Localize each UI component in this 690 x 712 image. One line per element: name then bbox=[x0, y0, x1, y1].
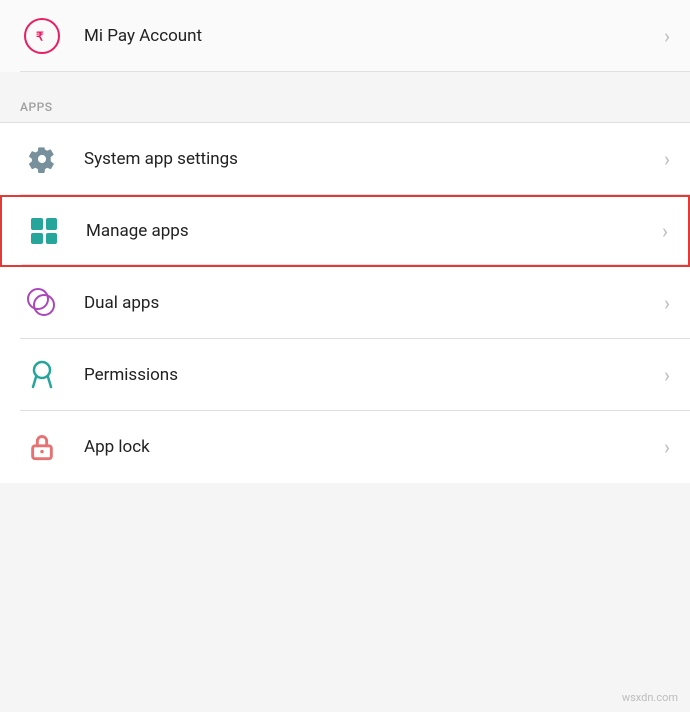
mi-pay-account-item[interactable]: ₹ Mi Pay Account › bbox=[0, 0, 690, 72]
mi-pay-icon-wrap: ₹ bbox=[20, 14, 64, 58]
watermark: wsxdn.com bbox=[622, 691, 678, 704]
apps-section-header: APPS bbox=[0, 82, 690, 122]
grid-cell-1 bbox=[31, 218, 43, 230]
system-app-settings-item[interactable]: System app settings › bbox=[0, 123, 690, 195]
svg-text:₹: ₹ bbox=[36, 30, 44, 44]
mi-pay-account-label: Mi Pay Account bbox=[84, 26, 656, 46]
app-lock-label: App lock bbox=[84, 437, 656, 457]
apps-section: System app settings › Manage apps › bbox=[0, 123, 690, 483]
lock-icon bbox=[28, 433, 56, 461]
grid-cell-4 bbox=[46, 233, 58, 245]
screen: ₹ Mi Pay Account › APPS System app setti… bbox=[0, 0, 690, 712]
dual-apps-item[interactable]: Dual apps › bbox=[0, 267, 690, 339]
permissions-item[interactable]: Permissions › bbox=[0, 339, 690, 411]
manage-apps-label: Manage apps bbox=[86, 221, 654, 241]
permissions-chevron-icon: › bbox=[664, 363, 670, 387]
apps-section-label: APPS bbox=[20, 100, 53, 114]
gear-icon bbox=[28, 145, 56, 173]
mi-pay-chevron-icon: › bbox=[664, 24, 670, 48]
grid-icon bbox=[31, 218, 57, 244]
section-divider-top bbox=[0, 72, 690, 82]
manage-apps-item[interactable]: Manage apps › bbox=[0, 195, 690, 267]
system-app-chevron-icon: › bbox=[664, 147, 670, 171]
grid-cell-3 bbox=[31, 233, 43, 245]
gear-icon-wrap bbox=[20, 137, 64, 181]
app-lock-chevron-icon: › bbox=[664, 435, 670, 459]
dual-apps-icon bbox=[27, 288, 57, 318]
grid-cell-2 bbox=[46, 218, 58, 230]
permissions-icon bbox=[28, 359, 56, 391]
permissions-icon-wrap bbox=[20, 353, 64, 397]
manage-apps-chevron-icon: › bbox=[662, 219, 668, 243]
dual-circle-2 bbox=[33, 294, 55, 316]
top-section: ₹ Mi Pay Account › bbox=[0, 0, 690, 72]
dual-icon-wrap bbox=[20, 281, 64, 325]
system-app-settings-label: System app settings bbox=[84, 149, 656, 169]
lock-icon-wrap bbox=[20, 425, 64, 469]
permissions-label: Permissions bbox=[84, 365, 656, 385]
grid-icon-wrap bbox=[22, 209, 66, 253]
mi-pay-icon: ₹ bbox=[24, 18, 60, 54]
dual-apps-label: Dual apps bbox=[84, 293, 656, 313]
app-lock-item[interactable]: App lock › bbox=[0, 411, 690, 483]
dual-apps-chevron-icon: › bbox=[664, 291, 670, 315]
